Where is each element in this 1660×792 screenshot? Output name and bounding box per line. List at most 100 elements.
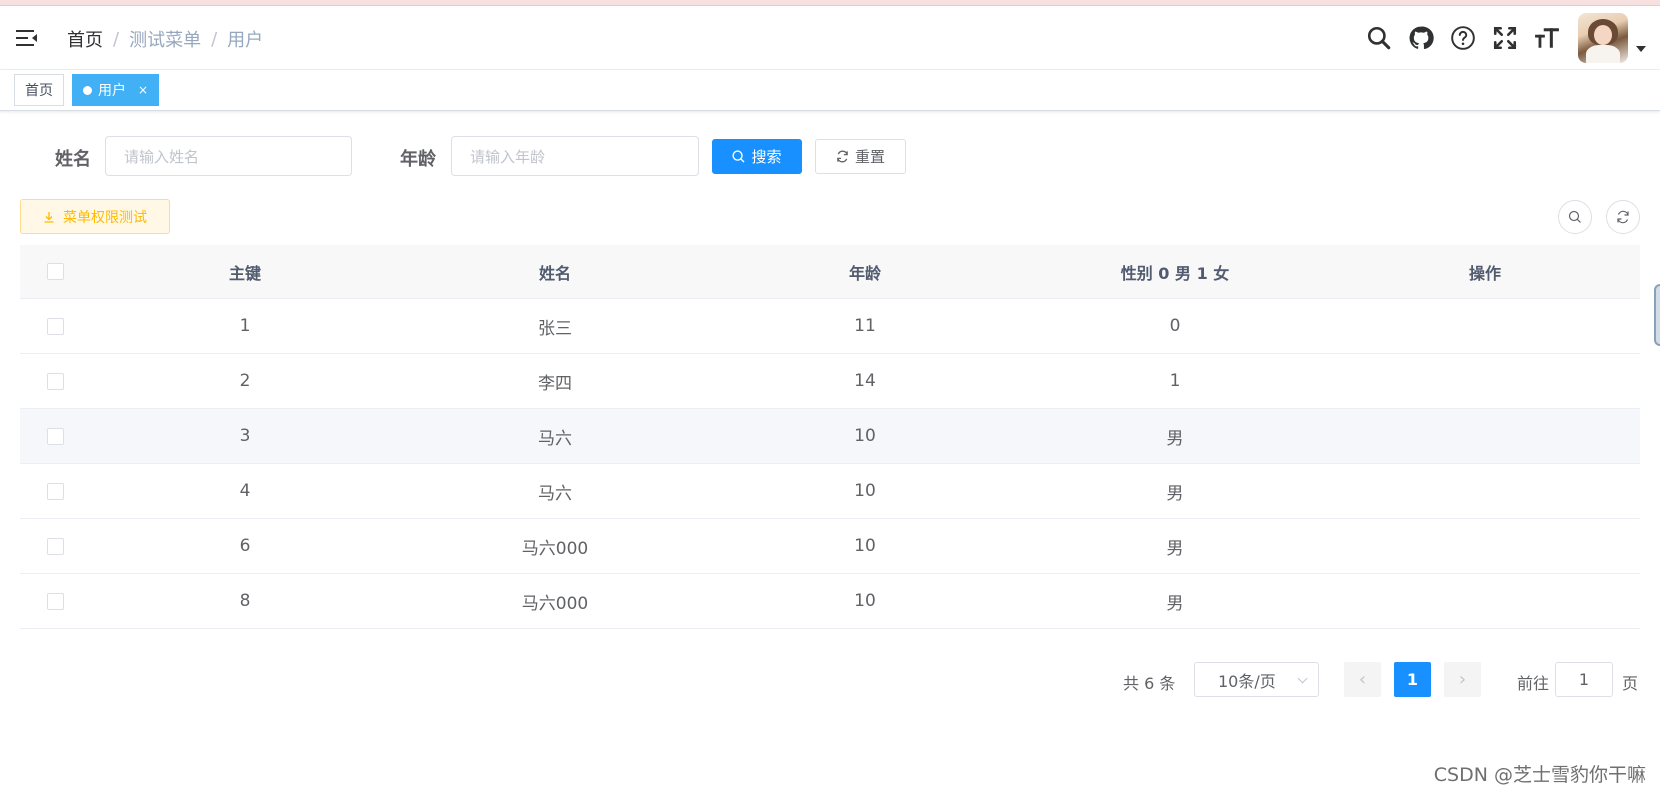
cell-id: 1: [239, 316, 251, 336]
cell-gender: 男: [1166, 593, 1184, 614]
cell-id: 4: [239, 481, 251, 501]
table-row[interactable]: 1 张三 11 0: [20, 299, 1640, 354]
page-size-select[interactable]: 10条/页: [1194, 662, 1319, 697]
tag-user-label: 用户: [98, 83, 126, 99]
row-check-cell: [20, 537, 90, 555]
search-icon: [1568, 210, 1581, 223]
cell-age: 10: [854, 591, 876, 611]
cell-gender: 男: [1166, 428, 1184, 449]
column-header-age: 年龄: [848, 263, 881, 283]
cell-name: 李四: [538, 373, 572, 394]
breadcrumb-separator: /: [113, 28, 120, 50]
navbar: 首页 / 测试菜单 / 用户: [0, 6, 1660, 70]
active-dot-icon: [83, 85, 92, 95]
help-icon[interactable]: [1442, 6, 1484, 70]
cell-id: 8: [239, 591, 251, 611]
prev-page-button[interactable]: ‹: [1344, 662, 1381, 697]
download-icon: [44, 211, 54, 223]
cell-name: 马六: [538, 483, 572, 504]
cell-id: 6: [239, 536, 251, 556]
row-checkbox[interactable]: [46, 592, 64, 610]
caret-down-icon[interactable]: [1636, 46, 1646, 52]
cell-age: 10: [854, 481, 876, 501]
fullscreen-icon[interactable]: [1484, 6, 1526, 70]
row-check-cell: [20, 427, 90, 445]
row-checkbox[interactable]: [46, 317, 64, 335]
breadcrumb: 首页 / 测试菜单 / 用户: [67, 26, 263, 52]
search-button-label: 搜索: [751, 148, 782, 166]
goto-page-input[interactable]: 1: [1555, 662, 1613, 697]
data-table: 主键 姓名 年龄 性别 0 男 1 女 操作 1 张三 11 0 2 李四 14…: [20, 245, 1640, 629]
chevron-down-icon: [1297, 673, 1308, 684]
avatar[interactable]: [1578, 13, 1628, 63]
cell-name: 张三: [538, 318, 572, 339]
cell-gender: 0: [1169, 316, 1181, 336]
page-suffix-label: 页: [1622, 674, 1639, 693]
reset-button-label: 重置: [854, 148, 885, 166]
tag-home-label: 首页: [25, 83, 53, 99]
goto-label: 前往: [1517, 674, 1550, 693]
chevron-left-icon: ‹: [1358, 669, 1367, 690]
row-check-cell: [20, 482, 90, 500]
row-checkbox[interactable]: [46, 427, 64, 445]
table-row[interactable]: 2 李四 14 1: [20, 354, 1640, 409]
cell-age: 10: [854, 426, 876, 446]
toggle-search-button[interactable]: [1558, 200, 1592, 234]
search-button[interactable]: 搜索: [712, 139, 802, 174]
select-all-cell: [20, 263, 90, 280]
right-menu: [1358, 6, 1660, 70]
refresh-icon: [1617, 210, 1629, 224]
cell-name: 马六000: [521, 593, 589, 614]
font-size-icon[interactable]: [1526, 6, 1568, 70]
breadcrumb-separator: /: [211, 28, 218, 50]
row-check-cell: [20, 592, 90, 610]
column-header-name: 姓名: [538, 263, 571, 283]
reset-button[interactable]: 重置: [815, 139, 906, 174]
watermark: CSDN @芝士雪豹你干嘛: [1433, 764, 1646, 786]
name-label: 姓名: [55, 149, 91, 170]
chevron-right-icon: ›: [1458, 669, 1467, 690]
table-header: 主键 姓名 年龄 性别 0 男 1 女 操作: [20, 245, 1640, 299]
tag-home[interactable]: 首页: [14, 74, 64, 106]
cell-gender: 男: [1166, 483, 1184, 504]
page-number-label: 1: [1406, 670, 1419, 689]
pagination-total: 共 6 条: [1123, 674, 1176, 693]
age-input[interactable]: 请输入年龄: [451, 136, 699, 176]
refresh-icon: [837, 150, 848, 163]
row-checkbox[interactable]: [46, 537, 64, 555]
tags-view: 首页 用户 ×: [0, 70, 1660, 111]
cell-name: 马六: [538, 428, 572, 449]
column-header-id: 主键: [228, 263, 261, 283]
search-icon: [732, 150, 746, 163]
age-input-placeholder: 请输入年龄: [470, 147, 546, 166]
goto-page-value: 1: [1578, 670, 1590, 689]
table-row[interactable]: 3 马六 10 男: [20, 409, 1640, 464]
row-checkbox[interactable]: [46, 482, 64, 500]
name-input-placeholder: 请输入姓名: [124, 147, 200, 166]
table-row[interactable]: 4 马六 10 男: [20, 464, 1640, 519]
cell-name: 马六000: [521, 538, 589, 559]
cell-gender: 1: [1169, 371, 1181, 391]
next-page-button[interactable]: ›: [1444, 662, 1481, 697]
side-drawer-handle[interactable]: [1654, 284, 1660, 346]
column-header-gender: 性别 0 男 1 女: [1120, 263, 1230, 283]
user-menu[interactable]: [1578, 13, 1646, 63]
menu-permission-test-button[interactable]: 菜单权限测试: [20, 199, 170, 234]
select-all-checkbox[interactable]: [46, 263, 64, 280]
row-check-cell: [20, 317, 90, 335]
tag-user[interactable]: 用户 ×: [72, 74, 160, 106]
close-icon[interactable]: ×: [138, 83, 148, 97]
pagination: 共 6 条 10条/页 ‹ 1 › 前往 1 页: [0, 662, 1660, 698]
refresh-button[interactable]: [1606, 200, 1640, 234]
name-input[interactable]: 请输入姓名: [105, 136, 352, 176]
cell-age: 10: [854, 536, 876, 556]
table-row[interactable]: 6 马六000 10 男: [20, 519, 1640, 574]
table-row[interactable]: 8 马六000 10 男: [20, 574, 1640, 629]
hamburger-menu-icon[interactable]: [16, 28, 38, 48]
github-icon[interactable]: [1400, 6, 1442, 70]
search-icon[interactable]: [1358, 6, 1400, 70]
cell-age: 11: [854, 316, 876, 336]
breadcrumb-home[interactable]: 首页: [67, 26, 103, 52]
row-checkbox[interactable]: [46, 372, 64, 390]
page-number-button[interactable]: 1: [1394, 662, 1431, 697]
